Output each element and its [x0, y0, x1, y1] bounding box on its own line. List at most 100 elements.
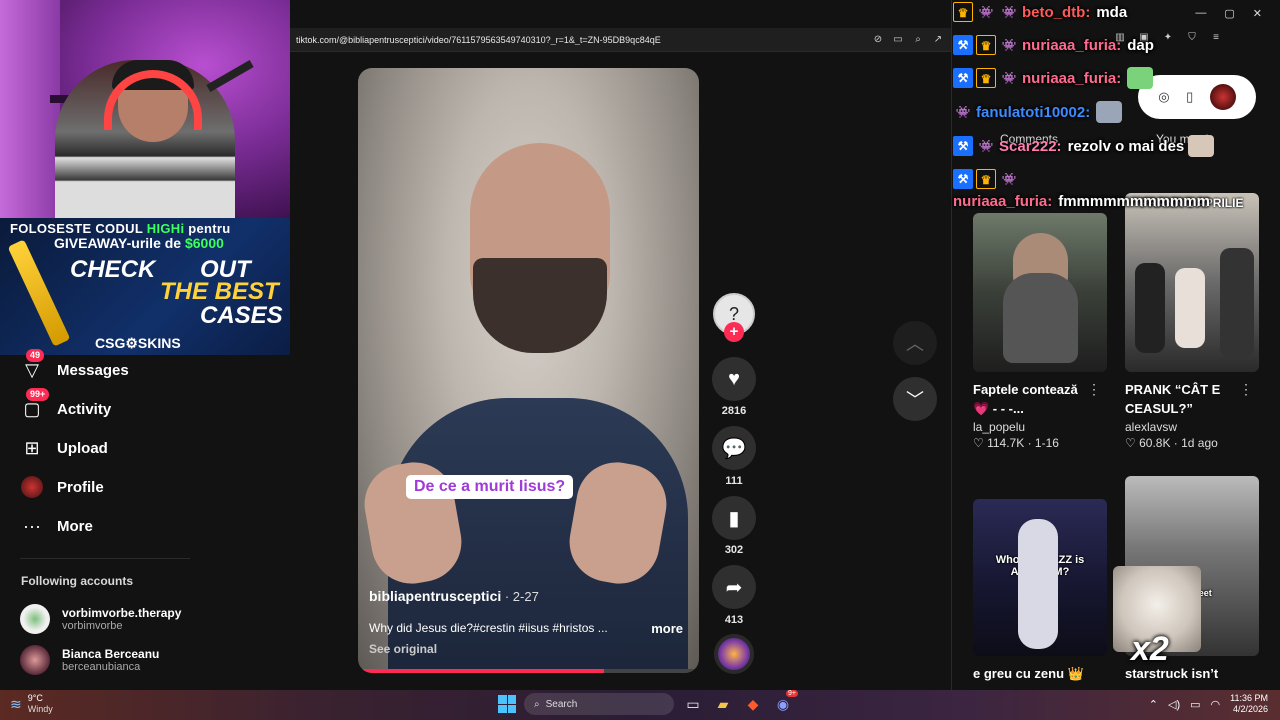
you-may-like-tab[interactable]: You may l: [1156, 132, 1208, 146]
maximize-icon[interactable]: ▢: [1224, 7, 1234, 20]
previous-video-button[interactable]: ︿: [893, 321, 937, 365]
see-original-link[interactable]: See original: [369, 642, 437, 656]
card-stats: ♡ 60.8K · 1d ago: [1125, 436, 1218, 450]
shield-icon[interactable]: ⛉: [1185, 31, 1199, 45]
chevron-up-icon[interactable]: ⌃: [1149, 698, 1158, 711]
chevron-down-icon: ﹀: [906, 390, 924, 410]
file-icon[interactable]: ▭: [682, 693, 704, 715]
notification-count: 9+: [786, 690, 798, 697]
browser-toolbar-icons: ▥ ▣ ✦ ⛉ ≡: [1113, 31, 1223, 45]
account-handle: berceanubianca: [62, 660, 141, 673]
wifi-icon[interactable]: ◠: [1211, 698, 1221, 711]
comment-count: 111: [725, 475, 743, 487]
recommended-card[interactable]: Faptele contează 💗 - - -... ⋮ la_popelu …: [973, 213, 1107, 450]
taskbar: ≋ 9°C Windy ⌕ Search ▭ ▰ ◆ ◉ 9+ ⌃ ◁) ▭ ◠ 1…: [0, 690, 1280, 720]
video-progress-bar[interactable]: [358, 669, 699, 673]
sidebar-item-profile[interactable]: Profile: [20, 473, 104, 501]
recommended-card[interactable]: PRANK 1 APRILIE PRANK “CÂT E CEASUL?” ⋮ …: [1125, 193, 1259, 450]
video-meta: bibliapentrusceptici · 2-27: [369, 588, 689, 606]
follow-plus-icon[interactable]: +: [724, 322, 744, 342]
messages-badge: 49: [26, 349, 45, 362]
profile-avatar-icon: [20, 475, 44, 499]
mini-toolbar: ◎ ▯: [1138, 75, 1256, 119]
sidebar-item-label: Messages: [57, 361, 129, 379]
next-video-button[interactable]: ﹀: [893, 377, 937, 421]
ad-line2: GIVEAWAY-urile de $6000: [54, 235, 224, 251]
url-text[interactable]: tiktok.com/@bibliapentrusceptici/video/7…: [290, 35, 872, 45]
card-handle[interactable]: la_popelu: [973, 420, 1107, 434]
sidebar-item-label: Activity: [57, 400, 112, 418]
search-label: Search: [545, 698, 578, 710]
tracking-icon[interactable]: ⊘: [872, 34, 884, 46]
avatar: [20, 604, 50, 634]
ad-line1: FOLOSESTE CODUL HIGHi pentru: [10, 221, 231, 236]
comment-button[interactable]: 💬: [712, 426, 756, 470]
share-button[interactable]: ➦: [712, 565, 756, 609]
video-author[interactable]: bibliapentrusceptici: [369, 588, 501, 604]
cast-icon[interactable]: ▭: [892, 34, 904, 46]
card-title: PRANK “CÂT E CEASUL?”: [1125, 382, 1221, 416]
video-progress-fill: [358, 669, 604, 673]
save-button[interactable]: ▮: [712, 496, 756, 540]
taskbar-apps: ⌕ Search ▭ ▰ ◆ ◉ 9+: [498, 690, 798, 715]
card-thumbnail: PRANK 1 APRILIE: [1125, 193, 1259, 372]
more-icon: ···: [23, 515, 41, 536]
battery-icon[interactable]: ▭: [1190, 698, 1200, 711]
extensions-icon[interactable]: ✦: [1161, 31, 1175, 45]
zoom-icon[interactable]: ⌕: [912, 34, 924, 46]
sidebar-item-upload[interactable]: ⊞ Upload: [20, 434, 107, 462]
speaker-icon[interactable]: ◁): [1168, 698, 1180, 711]
speaker-beard: [473, 258, 607, 353]
cat-overlay: x2: [1113, 566, 1201, 668]
card-more-icon[interactable]: ⋮: [1239, 381, 1253, 398]
card-handle[interactable]: alexlavsw: [1125, 420, 1259, 434]
sidebar-item-label: Profile: [57, 478, 104, 496]
system-tray: ⌃ ◁) ▭ ◠ 11:36 PM 4/2/2026: [1149, 693, 1268, 715]
sound-disc[interactable]: [714, 634, 754, 674]
compass-icon[interactable]: ◎: [1158, 89, 1169, 105]
phone-icon[interactable]: ▯: [1186, 89, 1193, 105]
upload-icon: ⊞: [24, 437, 40, 458]
record-avatar-icon[interactable]: [1209, 84, 1236, 110]
save-count: 302: [724, 544, 744, 556]
ad-brand: CSG⚙SKINS: [95, 335, 181, 351]
close-icon[interactable]: ✕: [1253, 7, 1262, 20]
ad-check: CHECK: [70, 256, 156, 283]
brave-browser-icon[interactable]: ◆: [742, 693, 764, 715]
menu-icon[interactable]: ≡: [1209, 31, 1223, 45]
thumb-overlay-text: PRANK 1 APRILIE: [1140, 196, 1244, 210]
recommended-card[interactable]: Who $teboZZZ is AdelinMM? e greu cu zenu…: [973, 499, 1107, 683]
following-account[interactable]: Bianca Berceanu berceanubianca: [20, 645, 159, 675]
avatar: [20, 645, 50, 675]
folder-icon[interactable]: ▰: [712, 693, 734, 715]
wallet-icon[interactable]: ▣: [1137, 31, 1151, 45]
video-description: Why did Jesus die?#crestin #iisus #hrist…: [369, 621, 608, 635]
like-button[interactable]: ♥: [712, 357, 756, 401]
card-title: Faptele contează 💗 - - -...: [973, 382, 1078, 416]
account-name: Bianca Berceanu: [62, 646, 160, 661]
activity-icon: ▢ 99+: [20, 388, 50, 421]
sidebar-item-more[interactable]: ··· More: [20, 512, 93, 540]
like-count: 2816: [721, 405, 747, 417]
clock[interactable]: 11:36 PM 4/2/2026: [1230, 693, 1268, 715]
sidebar-icon[interactable]: ▥: [1113, 31, 1127, 45]
windows-start-icon[interactable]: [498, 695, 516, 713]
taskbar-search[interactable]: ⌕ Search: [524, 693, 674, 715]
card-more-icon[interactable]: ⋮: [1087, 381, 1101, 398]
more-button[interactable]: more: [651, 621, 683, 636]
discord-icon[interactable]: ◉ 9+: [772, 690, 798, 715]
video-player[interactable]: De ce a murit Iisus? bibliapentrusceptic…: [358, 68, 699, 673]
address-bar[interactable]: tiktok.com/@bibliapentrusceptici/video/7…: [290, 28, 952, 52]
comments-tab[interactable]: Comments: [1000, 132, 1058, 146]
weather-widget[interactable]: ≋ 9°C Windy: [10, 693, 53, 715]
video-caption: De ce a murit Iisus?: [406, 475, 574, 499]
chevron-up-icon: ︿: [906, 334, 924, 354]
share-count: 413: [724, 614, 744, 626]
minimize-icon[interactable]: —: [1195, 7, 1206, 19]
sidebar-item-activity[interactable]: ▢ 99+ Activity: [20, 388, 112, 423]
sidebar-item-messages[interactable]: ▽ 49 Messages: [20, 349, 129, 384]
following-account[interactable]: vorbimvorbe.therapy vorbimvorbe: [20, 604, 181, 634]
share-icon[interactable]: ↗: [932, 34, 944, 46]
video-date: · 2-27: [501, 589, 539, 604]
sponsor-banner: FOLOSESTE CODUL HIGHi pentru GIVEAWAY-ur…: [0, 218, 290, 355]
